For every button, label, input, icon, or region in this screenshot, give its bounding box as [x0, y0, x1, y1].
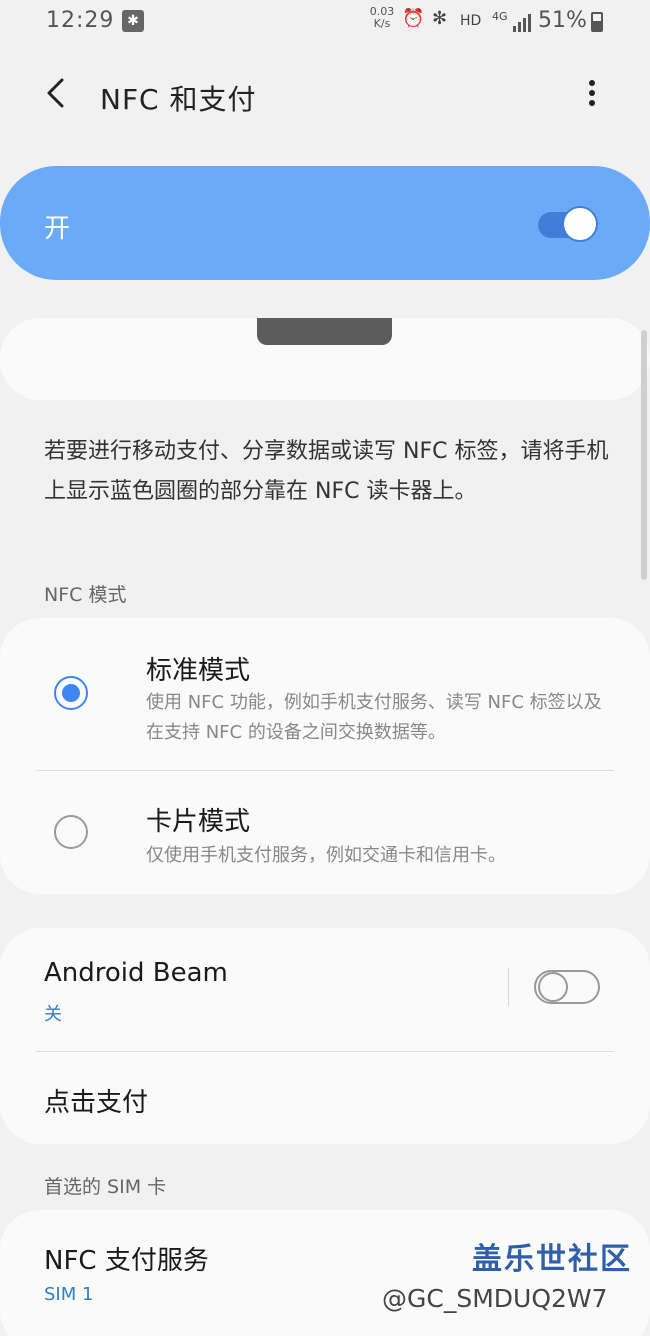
option-card-title: 卡片模式 [146, 807, 251, 837]
beam-pay-card: Android Beam 关 点击支付 [0, 928, 650, 1144]
android-beam-row[interactable]: Android Beam 关 [0, 928, 500, 1050]
signal-icon [512, 12, 532, 32]
radio-card-mode[interactable] [54, 815, 88, 849]
nfc-settings-screen: 12:29 ✱ 0.03 K/s ⏰ ✻ HD 4G 51% NFC 和支付 开… [0, 0, 650, 1336]
option-standard-mode[interactable]: 标准模式 使用 NFC 功能，例如手机支付服务、读写 NFC 标签以及在支持 N… [0, 618, 650, 770]
option-card-mode[interactable]: 卡片模式 仅使用手机支付服务，例如交通卡和信用卡。 [0, 771, 650, 894]
more-vert-icon [586, 80, 598, 106]
android-beam-status: 关 [44, 1004, 62, 1025]
android-beam-toggle[interactable] [534, 968, 600, 1006]
bluetooth-icon: ✻ [432, 8, 448, 29]
option-standard-subtitle: 使用 NFC 功能，例如手机支付服务、读写 NFC 标签以及在支持 NFC 的设… [146, 692, 602, 743]
preferred-sim-section-label: 首选的 SIM 卡 [44, 1176, 167, 1198]
status-time: 12:29 [46, 8, 115, 33]
nfc-payment-service-sim: SIM 1 [44, 1284, 94, 1305]
status-bar: 12:29 ✱ 0.03 K/s ⏰ ✻ HD 4G 51% [0, 0, 650, 46]
android-beam-title: Android Beam [44, 958, 228, 988]
nfc-mode-card: 标准模式 使用 NFC 功能，例如手机支付服务、读写 NFC 标签以及在支持 N… [0, 618, 650, 894]
phone-illustration [257, 318, 392, 345]
nfc-description: 若要进行移动支付、分享数据或读写 NFC 标签，请将手机上显示蓝色圆圈的部分靠在… [44, 439, 609, 504]
tap-and-pay-title: 点击支付 [44, 1088, 149, 1118]
master-switch-label: 开 [44, 214, 71, 244]
notification-bluetooth-icon: ✱ [122, 10, 144, 32]
network-speed: 0.03 K/s [368, 6, 396, 30]
network-type-icon: 4G [492, 10, 508, 23]
scrollbar[interactable] [641, 330, 647, 580]
page-title: NFC 和支付 [100, 83, 257, 116]
watermark-title: 盖乐世社区 [472, 1242, 632, 1277]
option-card-subtitle: 仅使用手机支付服务，例如交通卡和信用卡。 [146, 845, 506, 866]
radio-standard-mode[interactable] [54, 676, 88, 710]
alarm-icon: ⏰ [402, 8, 425, 29]
option-standard-title: 标准模式 [146, 656, 251, 686]
master-toggle[interactable] [536, 204, 600, 244]
hd-icon: HD [460, 13, 482, 29]
back-button[interactable] [44, 76, 74, 112]
chevron-left-icon [47, 78, 64, 108]
tap-and-pay-row[interactable]: 点击支付 [0, 1052, 650, 1144]
nfc-payment-service-title: NFC 支付服务 [44, 1246, 209, 1276]
battery-icon [591, 12, 603, 32]
watermark-handle: @GC_SMDUQ2W7 [382, 1284, 608, 1313]
vertical-separator [508, 968, 509, 1006]
more-options-button[interactable] [586, 80, 598, 110]
nfc-mode-section-label: NFC 模式 [44, 584, 127, 606]
network-speed-unit: K/s [373, 17, 391, 30]
battery-percent: 51% [538, 8, 587, 33]
